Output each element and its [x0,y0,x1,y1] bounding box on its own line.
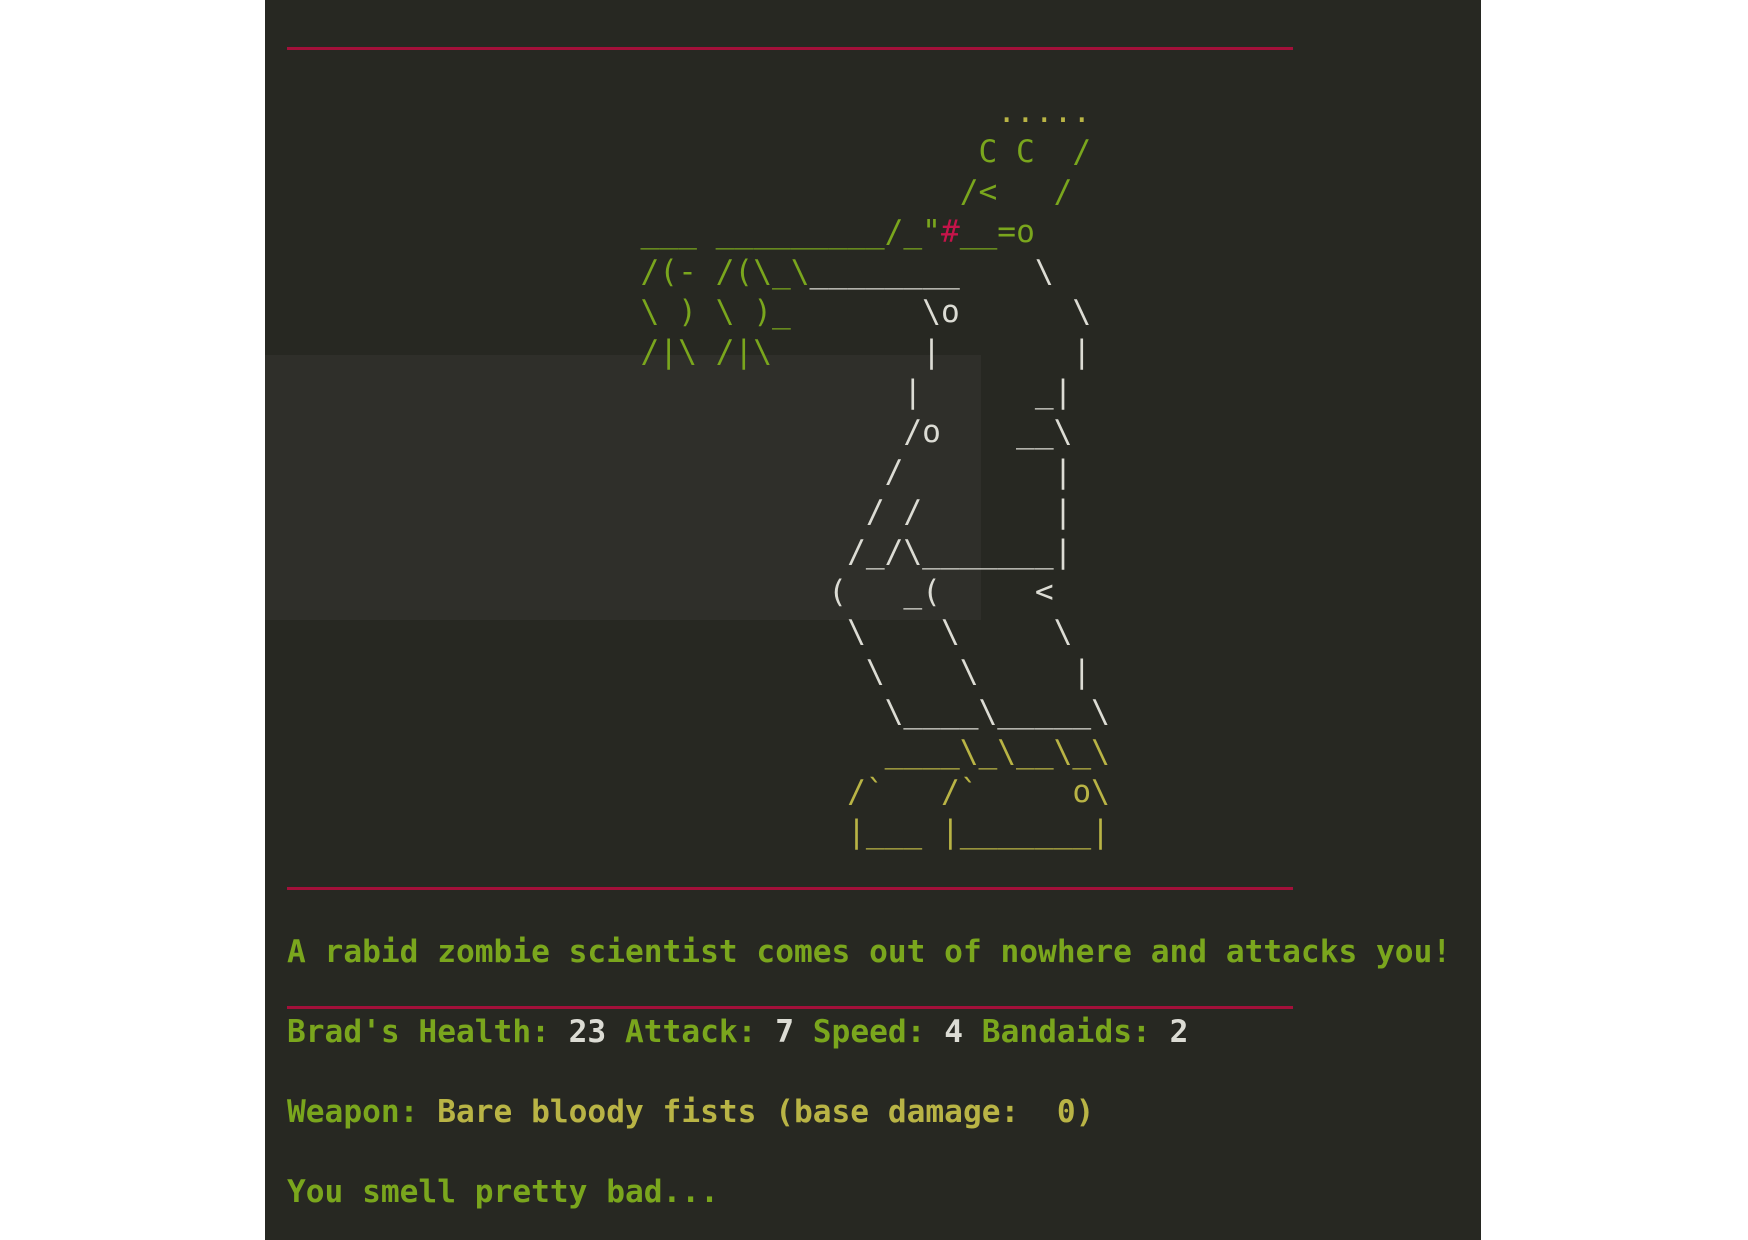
ascii-art-segment: /_/\_______| [265,534,1073,570]
speed-label: Speed: [812,1014,926,1050]
ascii-art-segment: ..... [265,94,1092,130]
weapon-value: Bare bloody fists (base damage: 0) [437,1094,1095,1130]
ascii-art-line: /` /` o\ [265,772,1110,812]
ascii-art-segment: | | [771,334,1092,370]
ascii-art-line: ___ _________/_"#__=o [265,212,1110,252]
ascii-art-segment: \ ) \ )_ [265,294,791,330]
bandaids-label: Bandaids: [981,1014,1151,1050]
top-divider [287,47,1293,50]
ascii-art-line: / | [265,452,1110,492]
ascii-art-line: /o __\ [265,412,1110,452]
zombie-scientist-ascii-art: ..... C C / /< / ___ _________/_"#__=o /… [265,92,1110,852]
ascii-art-segment: ________ \ [809,254,1054,290]
ascii-art-segment: \ \ \ [265,614,1073,650]
ascii-art-segment: \ \ | [265,654,1092,690]
ascii-art-line: ..... [265,92,1110,132]
ascii-art-line: ____\_\__\_\ [265,732,1110,772]
ascii-art-segment: ____\_\__\_\ [265,734,1110,770]
health-value: 23 [568,1014,607,1050]
ascii-art-segment: ___ _________/_" [265,214,941,250]
ascii-art-line: \ \ \ [265,612,1110,652]
weapon-label: Weapon: [287,1094,419,1130]
ascii-art-segment: C C / [265,134,1092,170]
speed-value: 4 [944,1014,964,1050]
ascii-art-line: /|\ /|\ | | [265,332,1110,372]
attack-value: 7 [775,1014,794,1050]
ascii-art-line: |___ |_______| [265,812,1110,852]
stats-divider [287,1006,1293,1009]
ascii-art-line: /_/\_______| [265,532,1110,572]
ascii-art-segment: |___ |_______| [265,814,1110,850]
ascii-art-line: \ \ | [265,652,1110,692]
art-bottom-divider [287,887,1293,890]
ascii-art-line: /< / [265,172,1110,212]
ascii-art-segment: /o __\ [265,414,1073,450]
ascii-art-line: | _| [265,372,1110,412]
ascii-art-segment: # [940,214,960,250]
game-terminal: ..... C C / /< / ___ _________/_"#__=o /… [265,0,1481,1240]
ascii-art-segment: / | [265,454,1073,490]
ascii-art-segment: / / | [265,494,1073,530]
ascii-art-segment: \____\_____\ [265,694,1110,730]
ascii-art-line: \ ) \ )_ \o \ [265,292,1110,332]
attack-label: Attack: [625,1014,757,1050]
ascii-art-line: C C / [265,132,1110,172]
ascii-art-segment: __=o [959,214,1035,250]
ascii-art-segment: | _| [265,374,1073,410]
ascii-art-segment: \o \ [790,294,1092,330]
player-stats: Brad's Health: 23 Attack: 7 Speed: 4 Ban… [287,1012,1188,1052]
ascii-art-line: ( _( < [265,572,1110,612]
encounter-message: A rabid zombie scientist comes out of no… [287,934,1452,970]
bandaids-value: 2 [1169,1014,1189,1050]
ascii-art-segment: /< / [265,174,1073,210]
ascii-art-line: /(- /(\_\________ \ [265,252,1110,292]
ascii-art-segment: /|\ /|\ [265,334,772,370]
ascii-art-segment: /(- /(\_\ [265,254,810,290]
ascii-art-segment: /` /` o\ [265,774,1110,810]
weapon-line: Weapon: Bare bloody fists (base damage: … [287,1092,1094,1132]
ascii-art-line: \____\_____\ [265,692,1110,732]
ascii-art-line: / / | [265,492,1110,532]
health-label: Brad's Health: [287,1014,550,1050]
ascii-art-segment: ( _( < [265,574,1054,610]
status-message: You smell pretty bad... [287,1174,719,1210]
